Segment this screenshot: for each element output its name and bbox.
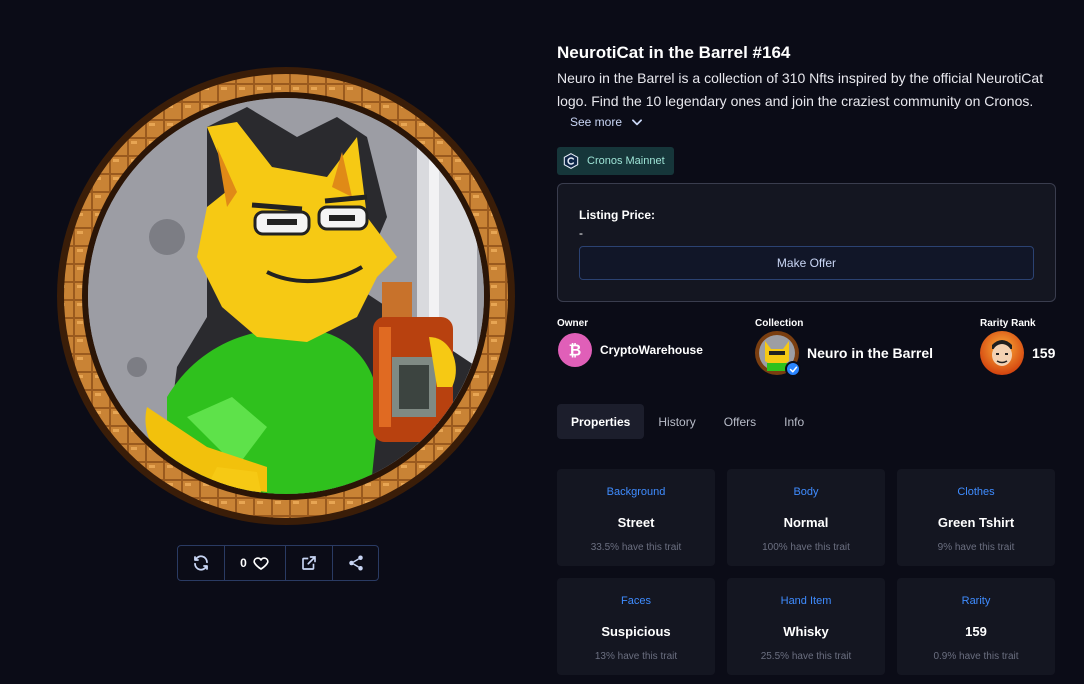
share-button[interactable]	[333, 546, 378, 580]
listing-panel: Listing Price: - Make Offer	[557, 183, 1056, 302]
tab-info[interactable]: Info	[770, 404, 818, 439]
collection-link[interactable]: Neuro in the Barrel	[755, 331, 934, 377]
collection-name: Neuro in the Barrel	[807, 345, 934, 361]
chevron-down-icon	[632, 119, 642, 126]
collection-label: Collection	[755, 318, 804, 329]
checkmark-icon	[789, 366, 797, 372]
refresh-icon	[194, 555, 208, 571]
rarity-value: 159	[1032, 345, 1056, 361]
see-more-button[interactable]: See more	[570, 115, 644, 129]
nft-artwork	[57, 67, 515, 525]
tab-offers[interactable]: Offers	[710, 404, 770, 439]
cronos-icon	[563, 153, 579, 169]
trait-type: Rarity	[961, 595, 991, 607]
trait-card-clothes[interactable]: Clothes Green Tshirt 9% have this trait	[897, 469, 1055, 566]
svg-text:₿: ₿	[569, 342, 582, 360]
trait-type: Body	[793, 486, 819, 498]
collection-avatar	[755, 331, 801, 377]
owner-avatar: ₿	[558, 333, 592, 367]
trait-value: 159	[965, 624, 987, 639]
verified-check-icon	[785, 361, 801, 377]
rarity-label: Rarity Rank	[980, 318, 1036, 329]
trait-value: Normal	[783, 515, 829, 530]
trait-percentage: 13% have this trait	[594, 651, 678, 662]
trait-value: Green Tshirt	[937, 515, 1015, 530]
rarity-rank: 159	[980, 331, 1055, 375]
rarity-avatar-image	[980, 331, 1024, 375]
nft-action-bar: 0	[177, 545, 379, 581]
nft-description: Neuro in the Barrel is a collection of 3…	[557, 70, 1044, 109]
trait-type: Background	[606, 486, 666, 498]
bitcoin-icon: ₿	[569, 342, 582, 360]
trait-type: Faces	[621, 595, 651, 607]
tab-properties[interactable]: Properties	[557, 404, 645, 439]
trait-card-rarity[interactable]: Rarity 159 0.9% have this trait	[897, 578, 1055, 675]
owner-name: CryptoWarehouse	[600, 343, 703, 357]
owner-label: Owner	[557, 318, 589, 329]
rarity-avatar	[980, 331, 1024, 375]
trait-value: Suspicious	[601, 624, 671, 639]
external-link-icon	[302, 556, 316, 570]
listing-price-label: Listing Price:	[579, 208, 656, 222]
trait-percentage: 0.9% have this trait	[933, 651, 1019, 662]
trait-card-hand-item[interactable]: Hand Item Whisky 25.5% have this trait	[727, 578, 885, 675]
like-button[interactable]: 0	[225, 546, 286, 580]
open-external-button[interactable]	[286, 546, 333, 580]
share-icon	[348, 555, 363, 571]
trait-percentage: 25.5% have this trait	[760, 651, 852, 662]
trait-value: Whisky	[783, 624, 829, 639]
nft-image	[57, 67, 515, 525]
trait-percentage: 33.5% have this trait	[590, 542, 682, 553]
chain-badge: Cronos Mainnet	[557, 147, 674, 175]
trait-value: Street	[617, 515, 655, 530]
like-count: 0	[240, 556, 247, 570]
detail-tabs: Properties History Offers Info	[557, 404, 818, 439]
see-more-label: See more	[570, 115, 623, 129]
make-offer-button[interactable]: Make Offer	[579, 246, 1034, 280]
trait-type: Clothes	[957, 486, 995, 498]
trait-percentage: 100% have this trait	[762, 542, 850, 553]
chain-name: Cronos Mainnet	[587, 155, 665, 167]
tab-history[interactable]: History	[644, 404, 709, 439]
trait-percentage: 9% have this trait	[937, 542, 1015, 553]
refresh-button[interactable]	[178, 546, 225, 580]
trait-card-body[interactable]: Body Normal 100% have this trait	[727, 469, 885, 566]
trait-card-faces[interactable]: Faces Suspicious 13% have this trait	[557, 578, 715, 675]
trait-card-background[interactable]: Background Street 33.5% have this trait	[557, 469, 715, 566]
trait-type: Hand Item	[780, 595, 832, 607]
listing-price-value: -	[579, 226, 583, 240]
heart-icon	[253, 557, 269, 570]
nft-title: NeurotiCat in the Barrel #164	[557, 43, 791, 62]
owner-link[interactable]: ₿ CryptoWarehouse	[558, 333, 703, 367]
